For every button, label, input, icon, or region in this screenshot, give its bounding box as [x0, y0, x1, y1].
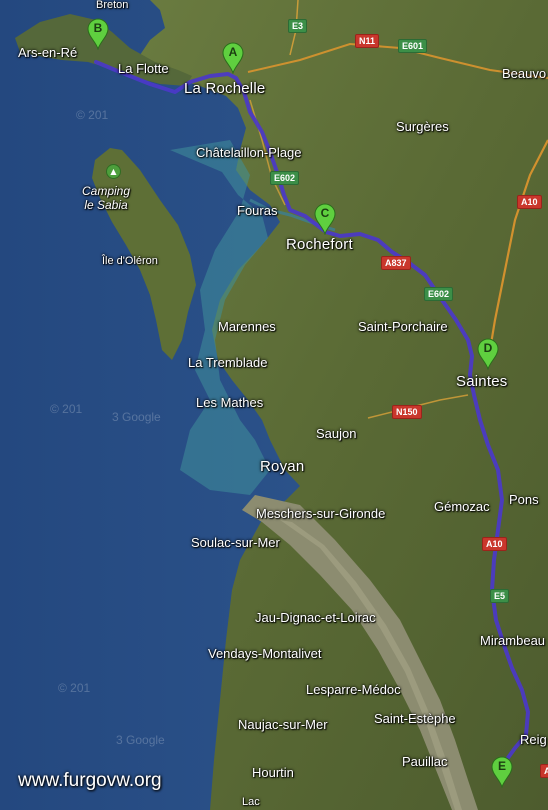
road-shield-e602-north: E602: [270, 171, 300, 185]
place-label-soulac: Soulac-sur-Mer: [191, 535, 280, 550]
marker-label-d: D: [483, 341, 493, 355]
place-label-meschers: Meschers-sur-Gironde: [256, 506, 386, 521]
road-shield-a10-south: A10: [482, 537, 507, 551]
place-label-saujon: Saujon: [316, 426, 357, 441]
place-label-fouras: Fouras: [237, 203, 278, 218]
map-watermark: © 201: [58, 681, 91, 695]
place-label-vendays: Vendays-Montalivet: [208, 646, 322, 661]
marker-label-e: E: [497, 759, 506, 773]
road-shield-e601: E601: [398, 39, 428, 53]
map-marker-b[interactable]: B: [87, 18, 109, 50]
map-watermark: © 201: [76, 108, 109, 122]
place-label-saint-porchaire: Saint-Porchaire: [358, 319, 448, 334]
place-label-rochefort: Rochefort: [286, 236, 353, 253]
place-label-jau-dignac: Jau-Dignac-et-Loirac: [255, 610, 376, 625]
map-marker-d[interactable]: D: [477, 338, 499, 370]
place-label-gemozac: Gémozac: [434, 499, 490, 514]
road-shield-a10-north: A10: [517, 195, 542, 209]
map-watermark: 3 Google: [116, 733, 165, 747]
place-label-la-flotte: La Flotte: [118, 61, 169, 76]
place-label-camping: Camping le Sabia: [82, 184, 131, 212]
map-marker-a[interactable]: A: [222, 42, 244, 74]
map-watermark: 3 Google: [112, 410, 161, 424]
place-label-surgeres: Surgères: [396, 119, 449, 134]
place-label-la-tremblade: La Tremblade: [188, 355, 268, 370]
place-label-marennes: Marennes: [218, 319, 276, 334]
camping-icon[interactable]: ▲: [106, 164, 121, 179]
place-label-les-mathes: Les Mathes: [196, 395, 264, 410]
map-marker-e[interactable]: E: [491, 756, 513, 788]
place-label-breton: Breton: [96, 0, 129, 11]
place-label-ile-oleron: Île d'Oléron: [102, 255, 158, 267]
place-label-chatelaillon: Châtelaillon-Plage: [196, 145, 302, 160]
place-label-pons: Pons: [509, 492, 539, 507]
place-label-saint-estephe: Saint-Estèphe: [374, 711, 456, 726]
place-label-pauillac: Pauillac: [402, 754, 448, 769]
place-label-mirambeau: Mirambeau: [480, 633, 546, 648]
marker-label-c: C: [320, 206, 330, 220]
place-label-beauvo: Beauvo: [502, 66, 547, 81]
place-label-royan: Royan: [260, 458, 305, 475]
place-label-naujac: Naujac-sur-Mer: [238, 717, 328, 732]
road-shield-e5: E5: [490, 589, 510, 603]
place-label-lac: Lac: [242, 796, 260, 808]
road-shield-e3: E3: [288, 19, 308, 33]
road-shield-n11: N11: [355, 34, 380, 48]
road-shield-n150: N150: [392, 405, 422, 419]
map-marker-c[interactable]: C: [314, 203, 336, 235]
marker-label-a: A: [228, 45, 238, 59]
map-watermark: © 201: [50, 402, 83, 416]
site-credit: www.furgovw.org: [18, 770, 162, 791]
map-view[interactable]: Breton Ars-en-Ré La Flotte La Rochelle B…: [0, 0, 548, 810]
place-label-saintes: Saintes: [456, 373, 508, 390]
place-label-reignac: Reig: [520, 732, 547, 747]
road-shield-e602-south: E602: [424, 287, 454, 301]
place-label-la-rochelle: La Rochelle: [184, 80, 266, 97]
place-label-ars-en-re: Ars-en-Ré: [18, 45, 78, 60]
place-label-lesparre: Lesparre-Médoc: [306, 682, 401, 697]
marker-label-b: B: [93, 21, 103, 35]
road-shield-a837: A837: [381, 256, 411, 270]
place-label-hourtin: Hourtin: [252, 765, 294, 780]
road-shield-a-south: A: [540, 764, 548, 778]
